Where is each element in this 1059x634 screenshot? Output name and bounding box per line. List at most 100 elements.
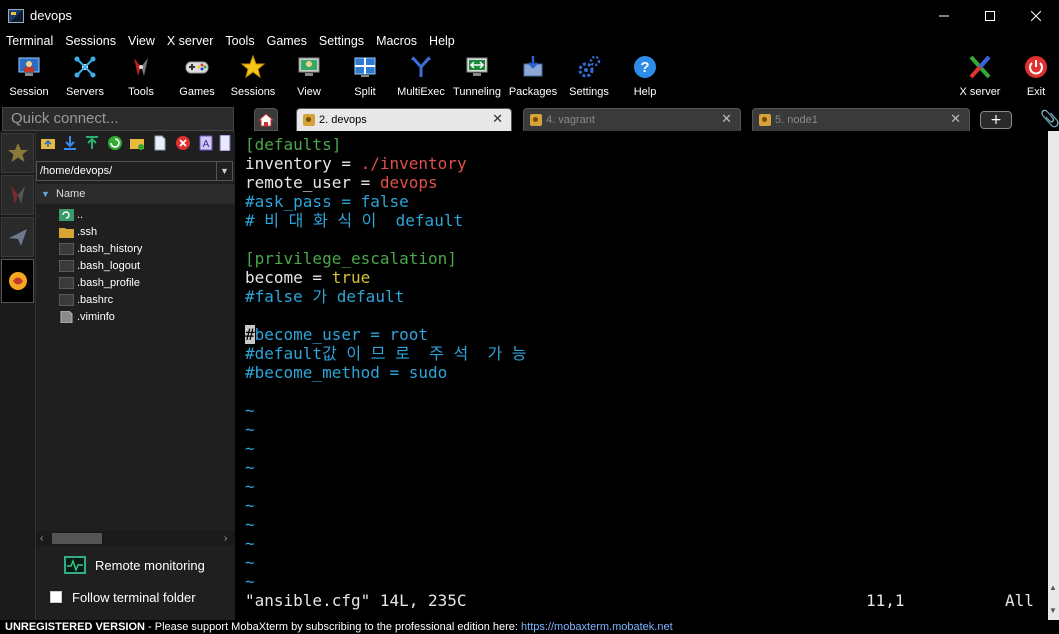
new-tab-button[interactable]: + <box>980 111 1012 129</box>
view-button[interactable]: View <box>281 51 337 103</box>
tab-label: 5. node1 <box>775 114 818 126</box>
side-tab-macros[interactable] <box>1 217 34 257</box>
split-label: Split <box>354 86 376 98</box>
remote-monitoring-button[interactable]: Remote monitoring <box>64 554 205 576</box>
help-button[interactable]: ? Help <box>617 51 673 103</box>
column-header-name[interactable]: ▼ Name <box>36 184 235 204</box>
chevron-down-icon[interactable]: ▼ <box>216 162 232 180</box>
menu-games[interactable]: Games <box>261 34 313 48</box>
servers-button[interactable]: Servers <box>57 51 113 103</box>
terminal-text: become_user = root <box>254 325 429 344</box>
document-icon <box>60 311 73 323</box>
terminal-text: = <box>331 154 361 173</box>
exit-label: Exit <box>1026 86 1046 98</box>
side-tab-tools[interactable] <box>1 175 34 215</box>
folder-up-icon[interactable] <box>40 135 56 151</box>
menu-settings[interactable]: Settings <box>313 34 370 48</box>
minimize-button[interactable] <box>921 0 967 31</box>
xserver-button[interactable]: X server <box>952 51 1008 103</box>
minimize-icon <box>939 15 949 16</box>
maximize-button[interactable] <box>967 0 1013 31</box>
split-button[interactable]: Split <box>337 51 393 103</box>
tab-close-icon[interactable]: ✕ <box>492 112 503 127</box>
terminal-line: ~ <box>245 572 255 591</box>
packages-button[interactable]: Packages <box>505 51 561 103</box>
chevron-up-icon[interactable]: ▲ <box>1049 583 1057 592</box>
new-folder-icon[interactable] <box>129 135 145 151</box>
scrollbar-thumb[interactable] <box>52 533 102 544</box>
mobatek-link[interactable]: https://mobaxterm.mobatek.net <box>521 621 673 633</box>
svg-text:?: ? <box>640 59 649 76</box>
menu-terminal[interactable]: Terminal <box>0 34 59 48</box>
home-tab[interactable] <box>254 108 278 131</box>
path-field[interactable]: /home/devops/ ▼ <box>36 161 233 181</box>
new-file-icon[interactable] <box>152 135 168 151</box>
list-item[interactable]: .. <box>36 207 235 224</box>
folder-icon <box>59 228 74 238</box>
terminal-text: ~ <box>245 458 255 477</box>
vertical-scrollbar[interactable]: ▲ ▼ <box>1048 131 1059 620</box>
key-icon <box>303 114 315 126</box>
tab-close-icon[interactable]: ✕ <box>721 112 732 127</box>
tab-close-icon[interactable]: ✕ <box>950 112 961 127</box>
terminal-line: ~ <box>245 420 255 439</box>
file-icon <box>59 294 74 306</box>
menu-view[interactable]: View <box>122 34 161 48</box>
gear-icon <box>576 54 602 80</box>
tab-vagrant[interactable]: 4. vagrant ✕ <box>523 108 741 131</box>
terminal-line: ~ <box>245 477 255 496</box>
settings-label: Settings <box>569 86 609 98</box>
rename-icon[interactable]: A <box>198 135 214 151</box>
menu-sessions[interactable]: Sessions <box>59 34 122 48</box>
list-item[interactable]: .viminfo <box>36 309 235 326</box>
menu-tools[interactable]: Tools <box>219 34 260 48</box>
download-icon[interactable] <box>62 135 78 151</box>
horizontal-scrollbar[interactable]: ‹ › <box>36 531 235 546</box>
chevron-right-icon[interactable]: › <box>224 531 227 546</box>
settings-button[interactable]: Settings <box>561 51 617 103</box>
paperclip-icon[interactable]: 📎 <box>1040 109 1059 128</box>
plus-icon: + <box>990 112 1002 128</box>
menu-xserver[interactable]: X server <box>161 34 220 48</box>
side-tab-sessions[interactable] <box>1 133 34 173</box>
tools-label: Tools <box>128 86 154 98</box>
list-item[interactable]: .bash_logout <box>36 258 235 275</box>
more-icon[interactable] <box>219 135 231 151</box>
list-item[interactable]: .ssh <box>36 224 235 241</box>
terminal-view[interactable]: "ansible.cfg" 14L, 235C 11,1 All [defaul… <box>240 131 1048 620</box>
exit-button[interactable]: Exit <box>1008 51 1059 103</box>
delete-icon[interactable] <box>175 135 191 151</box>
tools-icon <box>128 54 154 80</box>
checkbox[interactable] <box>50 591 62 603</box>
side-tab-strip <box>0 131 36 620</box>
terminal-text: = <box>302 268 332 287</box>
tab-node1[interactable]: 5. node1 ✕ <box>752 108 970 131</box>
terminal-line: become = true <box>245 268 370 287</box>
sessions-button[interactable]: Sessions <box>225 51 281 103</box>
menu-macros[interactable]: Macros <box>370 34 423 48</box>
multiexec-button[interactable]: MultiExec <box>393 51 449 103</box>
list-item[interactable]: .bash_history <box>36 241 235 258</box>
follow-terminal-folder-checkbox[interactable]: Follow terminal folder <box>50 587 196 607</box>
session-button[interactable]: Session <box>1 51 57 103</box>
refresh-icon[interactable] <box>107 135 123 151</box>
tunneling-button[interactable]: Tunneling <box>449 51 505 103</box>
terminal-text: #false 가 default <box>245 287 405 306</box>
chevron-down-icon[interactable]: ▼ <box>1049 606 1057 615</box>
side-tab-sftp[interactable] <box>1 259 34 303</box>
quick-connect-input[interactable]: Quick connect... <box>2 107 234 131</box>
list-item[interactable]: .bashrc <box>36 292 235 309</box>
chevron-left-icon[interactable]: ‹ <box>40 531 43 546</box>
tab-devops[interactable]: 2. devops ✕ <box>296 108 512 131</box>
list-item[interactable]: .bash_profile <box>36 275 235 292</box>
close-button[interactable] <box>1013 0 1059 31</box>
maximize-icon <box>985 10 995 21</box>
file-icon <box>59 277 74 289</box>
tools-button[interactable]: Tools <box>113 51 169 103</box>
multiexec-label: MultiExec <box>397 86 445 98</box>
menu-help[interactable]: Help <box>423 34 461 48</box>
close-icon <box>1031 10 1041 21</box>
games-button[interactable]: Games <box>169 51 225 103</box>
upload-icon[interactable] <box>84 135 100 151</box>
terminal-line: ~ <box>245 496 255 515</box>
